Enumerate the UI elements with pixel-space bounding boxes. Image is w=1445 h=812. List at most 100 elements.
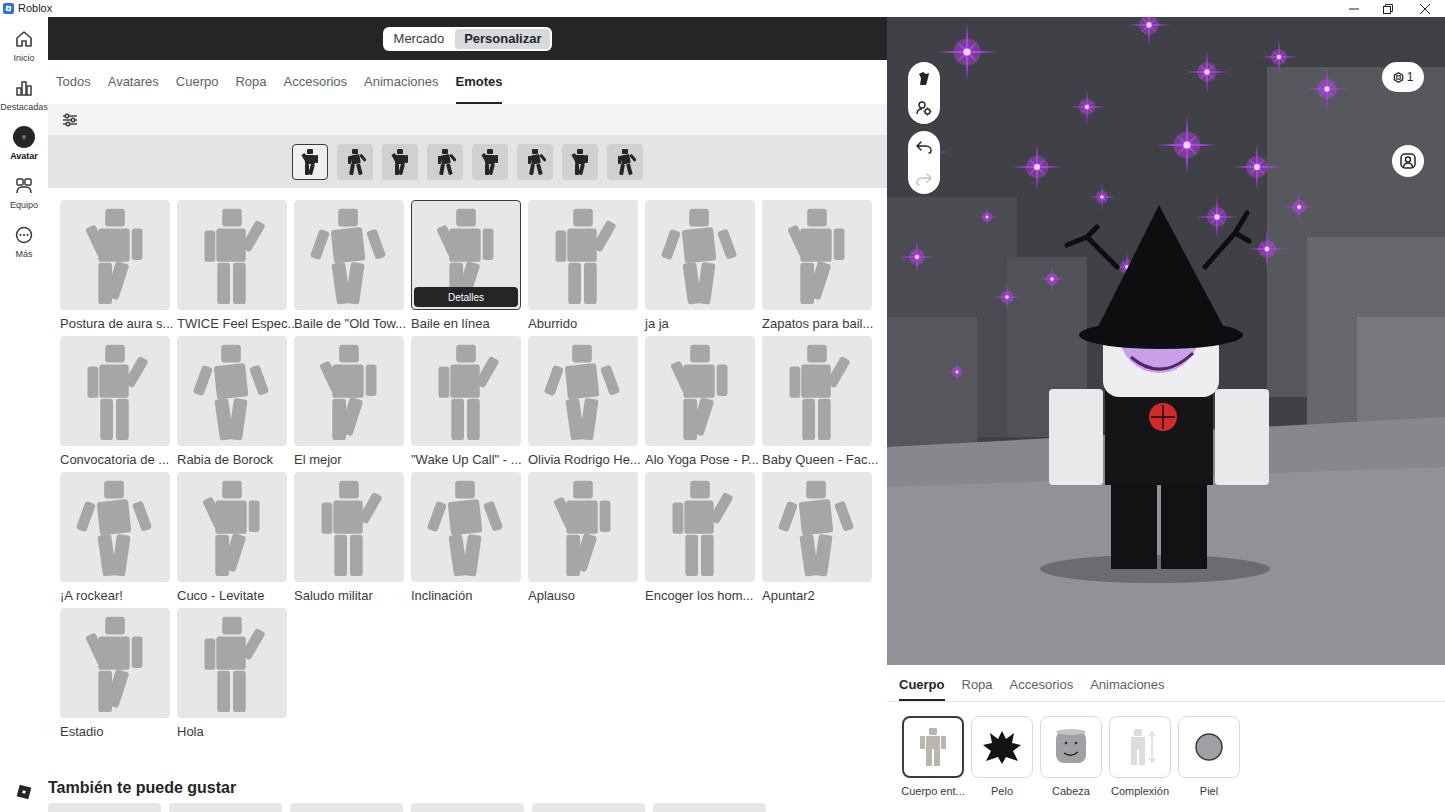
emote-card[interactable]: Detalles	[411, 200, 521, 310]
emote-card[interactable]	[294, 200, 404, 310]
category-tab[interactable]: Animaciones	[364, 60, 438, 104]
editor-item[interactable]: Pelo	[971, 716, 1033, 798]
settings-button[interactable]	[913, 97, 935, 119]
emote-slot[interactable]	[337, 144, 373, 180]
emote-item[interactable]: Encoger los hom...	[645, 472, 755, 608]
emote-card[interactable]	[60, 200, 170, 310]
mode-button[interactable]: Personalizar	[455, 29, 550, 49]
emote-item[interactable]: Baile de "Old Tow...	[294, 200, 404, 336]
emote-card[interactable]	[528, 336, 638, 446]
recommendation-card[interactable]	[290, 803, 403, 812]
emote-item[interactable]: Olivia Rodrigo He...	[528, 336, 638, 472]
emote-card[interactable]	[645, 200, 755, 310]
editor-tab[interactable]: Cuerpo	[899, 665, 945, 701]
emote-card[interactable]	[60, 472, 170, 582]
emote-card[interactable]	[762, 472, 872, 582]
editor-item-tile[interactable]	[971, 716, 1033, 778]
robux-badge[interactable]: 1	[1382, 62, 1424, 92]
emote-slot[interactable]	[517, 144, 553, 180]
editor-item-tile[interactable]	[1178, 716, 1240, 778]
sidebar-item[interactable]: Destacadas	[0, 77, 48, 126]
emote-item[interactable]: Apuntar2	[762, 472, 872, 608]
emote-slot[interactable]	[472, 144, 508, 180]
sidebar-item[interactable]: Avatar	[0, 126, 48, 175]
editor-item[interactable]: Piel	[1178, 716, 1240, 798]
editor-item[interactable]: Cuerpo ent...	[902, 716, 964, 798]
emote-item[interactable]: Cuco - Levitate	[177, 472, 287, 608]
emote-slot[interactable]	[382, 144, 418, 180]
editor-item-tile[interactable]	[1040, 716, 1102, 778]
emote-slot[interactable]	[562, 144, 598, 180]
emote-card[interactable]	[177, 608, 287, 718]
emote-item[interactable]: Convocatoria de ...	[60, 336, 170, 472]
emote-item[interactable]: DetallesBaile en línea	[411, 200, 521, 336]
avatar-viewport[interactable]: 1	[887, 17, 1445, 665]
emote-item[interactable]: Aplauso	[528, 472, 638, 608]
editor-item[interactable]: Cabeza	[1040, 716, 1102, 798]
emote-item[interactable]: Rabia de Borock	[177, 336, 287, 472]
category-tab[interactable]: Emotes	[456, 60, 503, 104]
emote-item[interactable]: Inclinación	[411, 472, 521, 608]
details-button[interactable]: Detalles	[414, 287, 518, 307]
emote-slot[interactable]	[607, 144, 643, 180]
emote-item[interactable]: "Wake Up Call" - ...	[411, 336, 521, 472]
recommendation-card[interactable]	[653, 803, 766, 812]
editor-tab[interactable]: Animaciones	[1090, 665, 1164, 701]
editor-tab[interactable]: Ropa	[962, 665, 993, 701]
editor-item-tile[interactable]	[1109, 716, 1171, 778]
category-tab[interactable]: Cuerpo	[176, 60, 219, 104]
restore-button[interactable]	[1371, 0, 1405, 17]
emote-item[interactable]: TWICE Feel Espec...	[177, 200, 287, 336]
recommendation-card[interactable]	[411, 803, 524, 812]
emote-item[interactable]: Zapatos para bail...	[762, 200, 872, 336]
emote-slot[interactable]	[427, 144, 463, 180]
editor-tab[interactable]: Accesorios	[1010, 665, 1074, 701]
category-tab[interactable]: Accesorios	[284, 60, 348, 104]
minimize-button[interactable]	[1337, 0, 1371, 17]
emote-item[interactable]: Alo Yoga Pose - P...	[645, 336, 755, 472]
emote-card[interactable]	[60, 608, 170, 718]
editor-item[interactable]: Complexión	[1109, 716, 1171, 798]
recommendation-card[interactable]	[532, 803, 645, 812]
emote-item[interactable]: El mejor	[294, 336, 404, 472]
robux-icon	[1393, 72, 1404, 83]
category-tab[interactable]: Ropa	[235, 60, 266, 104]
emote-card[interactable]	[645, 336, 755, 446]
emote-item[interactable]: Aburrido	[528, 200, 638, 336]
emote-card[interactable]	[411, 336, 521, 446]
close-button[interactable]	[1405, 0, 1445, 17]
emote-item[interactable]: ¡A rockear!	[60, 472, 170, 608]
editor-item-tile[interactable]	[902, 716, 964, 778]
emote-card[interactable]	[60, 336, 170, 446]
pose-button[interactable]	[913, 67, 935, 89]
emote-card[interactable]	[762, 336, 872, 446]
category-tab[interactable]: Todos	[56, 60, 91, 104]
category-tab[interactable]: Avatares	[108, 60, 159, 104]
emote-item[interactable]: Postura de aura s...	[60, 200, 170, 336]
emote-card[interactable]	[645, 472, 755, 582]
recommendation-card[interactable]	[48, 803, 161, 812]
emote-card[interactable]	[294, 336, 404, 446]
emote-card[interactable]	[528, 472, 638, 582]
sidebar-item[interactable]: Inicio	[0, 28, 48, 77]
emote-card[interactable]	[762, 200, 872, 310]
mode-button[interactable]: Mercado	[385, 29, 454, 49]
emote-card[interactable]	[528, 200, 638, 310]
emote-item[interactable]: Saludo militar	[294, 472, 404, 608]
emote-item[interactable]: Hola	[177, 608, 287, 744]
emote-card[interactable]	[177, 200, 287, 310]
sidebar-item[interactable]: Equipo	[0, 175, 48, 224]
emote-card[interactable]	[294, 472, 404, 582]
emote-item[interactable]: Estadio	[60, 608, 170, 744]
undo-button[interactable]	[913, 136, 935, 158]
emote-card[interactable]	[177, 472, 287, 582]
recommendation-card[interactable]	[169, 803, 282, 812]
avatar-view-button[interactable]	[1392, 145, 1424, 177]
emote-item[interactable]: Baby Queen - Fac...	[762, 336, 872, 472]
sidebar-item[interactable]: Más	[0, 224, 48, 273]
emote-card[interactable]	[411, 472, 521, 582]
emote-item[interactable]: ja ja	[645, 200, 755, 336]
filter-button[interactable]	[60, 110, 80, 130]
emote-card[interactable]	[177, 336, 287, 446]
emote-slot[interactable]	[292, 144, 328, 180]
